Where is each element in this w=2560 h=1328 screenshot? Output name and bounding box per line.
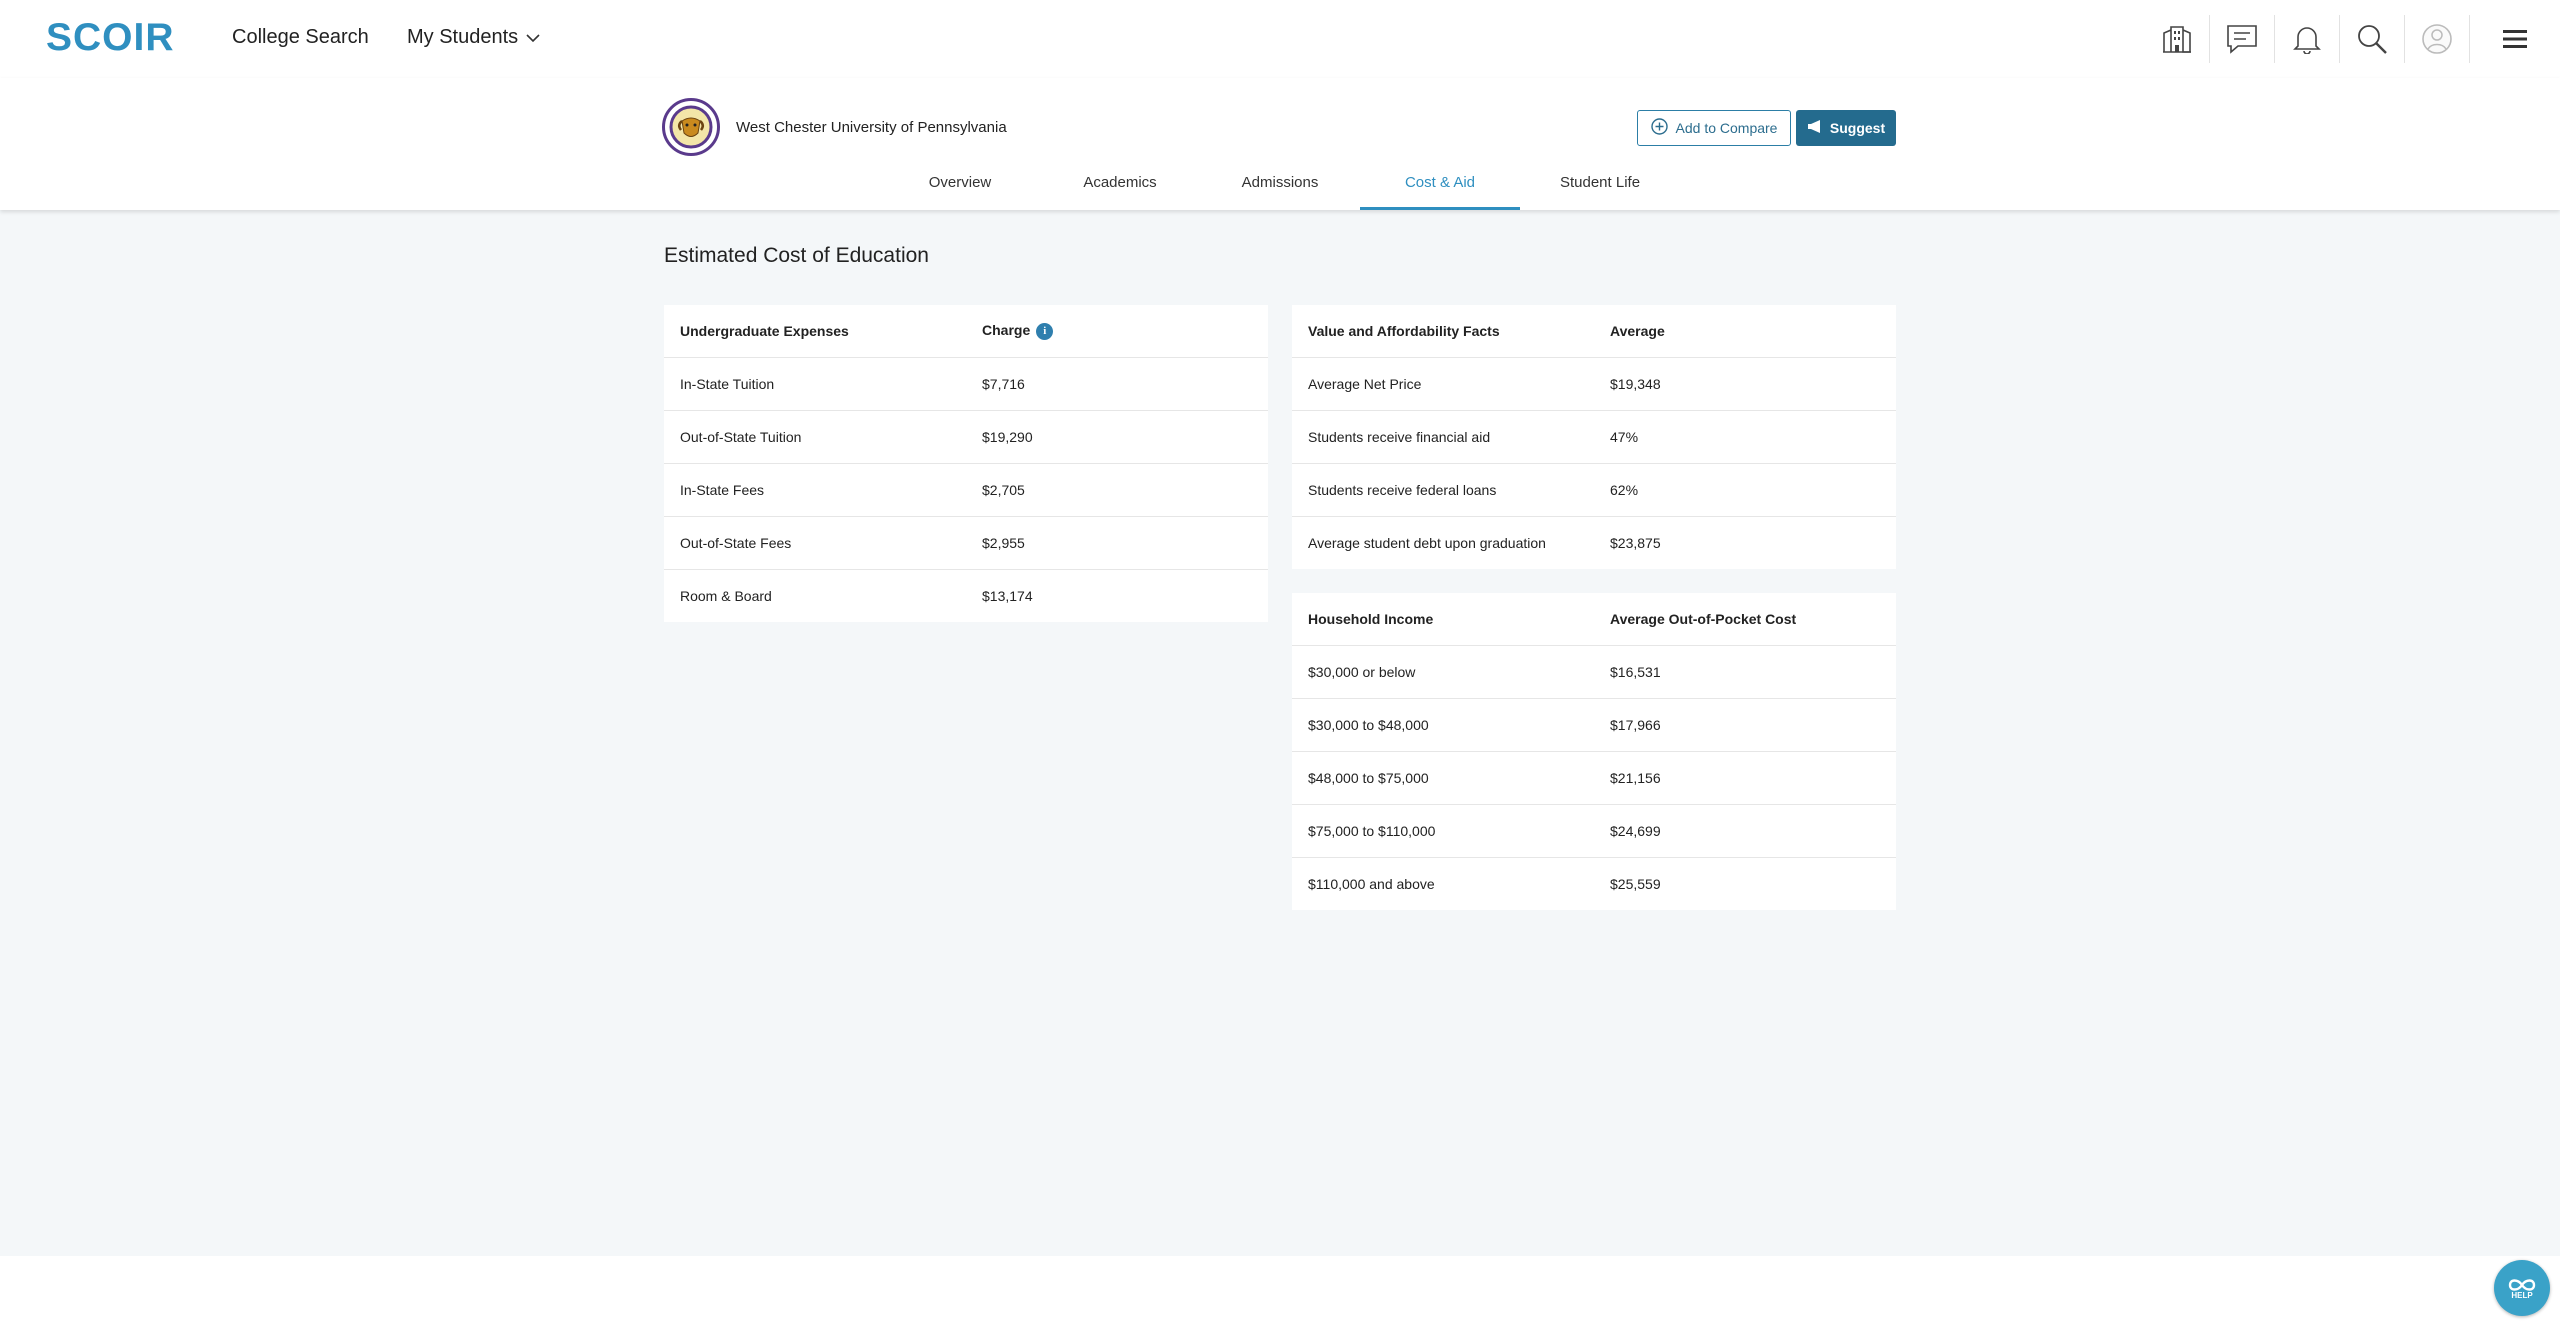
expense-label: In-State Fees xyxy=(664,463,966,517)
fact-label: Students receive federal loans xyxy=(1292,463,1594,517)
out-of-pocket-cost: $16,531 xyxy=(1594,645,1896,699)
table-row: $30,000 to $48,000 $17,966 xyxy=(1292,698,1896,752)
bell-icon[interactable] xyxy=(2275,15,2340,63)
income-bracket: $30,000 or below xyxy=(1292,645,1594,699)
column-header: Undergraduate Expenses xyxy=(664,305,966,358)
household-income-table: Household Income Average Out-of-Pocket C… xyxy=(1292,593,1896,910)
tab-student-life[interactable]: Student Life xyxy=(1520,168,1680,210)
column-header: Household Income xyxy=(1292,593,1594,646)
tab-admissions[interactable]: Admissions xyxy=(1200,168,1360,210)
table-header-row: Value and Affordability Facts Average xyxy=(1292,305,1896,358)
add-to-compare-label: Add to Compare xyxy=(1675,120,1778,136)
income-bracket: $110,000 and above xyxy=(1308,876,1435,892)
column-header: Charge xyxy=(982,322,1031,339)
table-row: Students receive financial aid 47% xyxy=(1292,410,1896,464)
tab-overview[interactable]: Overview xyxy=(880,168,1040,210)
nav-icon-group xyxy=(2145,0,2560,78)
table-row: Average Net Price $19,348 xyxy=(1292,357,1896,411)
undergraduate-expenses-table: Undergraduate Expenses Charge i In-State … xyxy=(664,305,1268,622)
colleges-icon[interactable] xyxy=(2145,15,2210,63)
expense-value: $19,290 xyxy=(966,410,1268,464)
table-row: Room & Board $13,174 xyxy=(664,570,1268,623)
expense-label: Out-of-State Fees xyxy=(664,516,966,570)
fact-value: 62% xyxy=(1594,463,1896,517)
table-row: Students receive federal loans 62% xyxy=(1292,463,1896,517)
table-row: $48,000 to $75,000 $21,156 xyxy=(1292,751,1896,805)
college-crest-logo xyxy=(662,98,720,156)
college-name: West Chester University of Pennsylvania xyxy=(736,119,1007,136)
plus-circle-icon xyxy=(1650,118,1668,138)
avatar-icon[interactable] xyxy=(2405,15,2470,63)
out-of-pocket-cost: $24,699 xyxy=(1594,804,1896,858)
college-tabs: Overview Academics Admissions Cost & Aid… xyxy=(0,168,2560,210)
table-row: $110,000 and above $25,559 xyxy=(1292,858,1896,911)
add-to-compare-button[interactable]: Add to Compare xyxy=(1637,110,1791,146)
column-header: Average Out-of-Pocket Cost xyxy=(1594,593,1896,646)
help-label: HELP xyxy=(2511,1290,2533,1300)
fact-label: Students receive financial aid xyxy=(1292,410,1594,464)
income-bracket: $75,000 to $110,000 xyxy=(1292,804,1594,858)
megaphone-icon xyxy=(1807,120,1822,136)
suggest-label: Suggest xyxy=(1829,120,1886,136)
expense-value: $13,174 xyxy=(982,588,1033,604)
column-header: Average xyxy=(1594,305,1896,358)
column-header: Value and Affordability Facts xyxy=(1292,305,1594,358)
table-row: $30,000 or below $16,531 xyxy=(1292,645,1896,699)
expense-value: $2,705 xyxy=(966,463,1268,517)
fact-value: $19,348 xyxy=(1594,357,1896,411)
info-icon[interactable]: i xyxy=(1036,322,1054,340)
search-icon[interactable] xyxy=(2340,15,2405,63)
chevron-down-icon xyxy=(526,26,540,49)
table-row: In-State Tuition $7,716 xyxy=(664,357,1268,411)
tab-cost-and-aid[interactable]: Cost & Aid xyxy=(1360,168,1520,210)
table-row: Out-of-State Fees $2,955 xyxy=(664,516,1268,570)
fact-value: 47% xyxy=(1594,410,1896,464)
income-bracket: $30,000 to $48,000 xyxy=(1292,698,1594,752)
fact-value: $23,875 xyxy=(1610,535,1661,551)
expense-value: $7,716 xyxy=(966,357,1268,411)
table-row: Out-of-State Tuition $19,290 xyxy=(664,410,1268,464)
scoir-logo[interactable]: SCOIR xyxy=(46,16,175,60)
messages-icon[interactable] xyxy=(2210,15,2275,63)
expense-label: In-State Tuition xyxy=(664,357,966,411)
suggest-button[interactable]: Suggest xyxy=(1796,110,1896,146)
table-row: $75,000 to $110,000 $24,699 xyxy=(1292,804,1896,858)
fact-label: Average student debt upon graduation xyxy=(1308,535,1546,551)
out-of-pocket-cost: $25,559 xyxy=(1610,876,1661,892)
college-header: West Chester University of Pennsylvania … xyxy=(0,78,2560,210)
nav-college-search[interactable]: College Search xyxy=(232,26,369,49)
nav-my-students-label: My Students xyxy=(407,26,519,48)
table-row: Average student debt upon graduation $23,… xyxy=(1292,517,1896,570)
page-title: Estimated Cost of Education xyxy=(664,244,929,267)
table-header-row: Undergraduate Expenses Charge i xyxy=(664,305,1268,358)
fact-label: Average Net Price xyxy=(1292,357,1594,411)
nav-college-search-label: College Search xyxy=(232,26,369,48)
nav-my-students-dropdown[interactable]: My Students xyxy=(407,26,540,49)
page-footer xyxy=(0,1256,2560,1328)
expense-value: $2,955 xyxy=(966,516,1268,570)
table-header-row: Household Income Average Out-of-Pocket C… xyxy=(1292,593,1896,646)
column-header-charge: Charge i xyxy=(966,305,1268,358)
cost-and-aid-content: Estimated Cost of Education Undergraduat… xyxy=(0,210,2560,1256)
out-of-pocket-cost: $17,966 xyxy=(1594,698,1896,752)
top-navigation: SCOIR College Search My Students xyxy=(0,0,2560,79)
out-of-pocket-cost: $21,156 xyxy=(1594,751,1896,805)
income-bracket: $48,000 to $75,000 xyxy=(1292,751,1594,805)
tab-academics[interactable]: Academics xyxy=(1040,168,1200,210)
menu-icon[interactable] xyxy=(2470,15,2560,63)
expense-label: Out-of-State Tuition xyxy=(664,410,966,464)
value-affordability-table: Value and Affordability Facts Average Av… xyxy=(1292,305,1896,569)
help-button[interactable]: HELP xyxy=(2494,1260,2550,1316)
expense-label: Room & Board xyxy=(680,588,772,604)
table-row: In-State Fees $2,705 xyxy=(664,463,1268,517)
